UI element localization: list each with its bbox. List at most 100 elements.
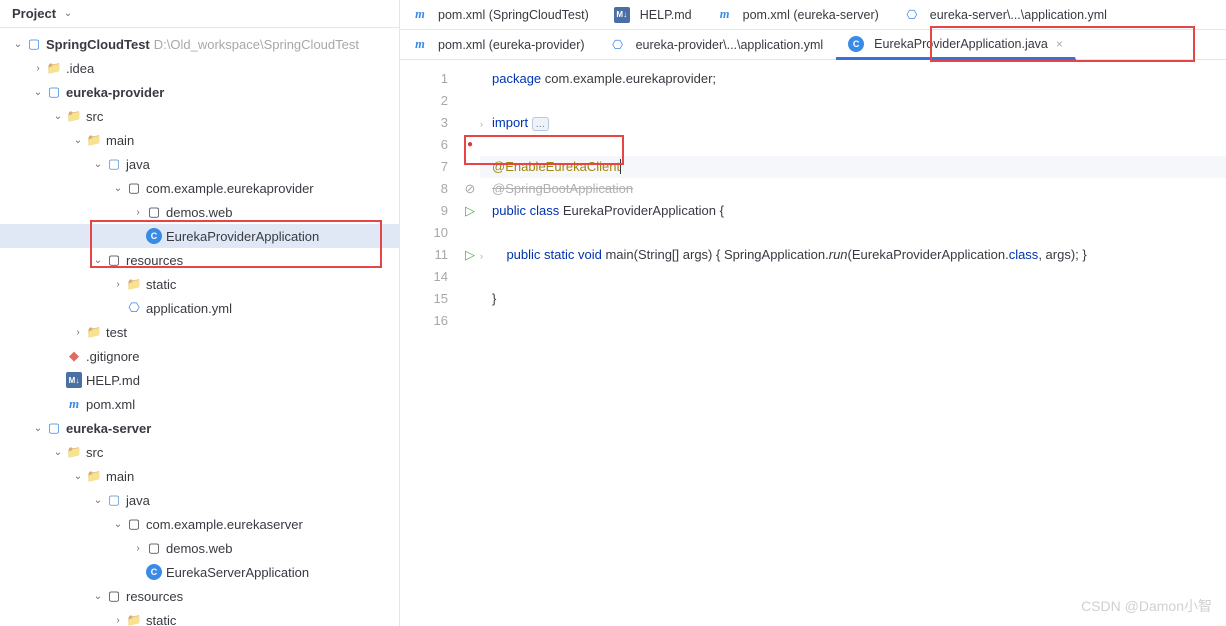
tree-item-pom[interactable]: mpom.xml [0,392,399,416]
chevron-right-icon[interactable]: › [130,207,146,218]
chevron-down-icon[interactable]: ⌄ [90,255,106,266]
fold-icon[interactable]: › [480,245,492,267]
package-icon: ▢ [126,516,142,532]
folder-icon [86,468,102,484]
tab-row-1: mpom.xml (SpringCloudTest) M↓HELP.md mpo… [400,0,1226,30]
class-icon: C [848,36,864,52]
chevron-down-icon[interactable]: ⌄ [90,159,106,170]
panel-header[interactable]: Project ⌄ [0,0,399,28]
resources-folder-icon: ▢ [106,588,122,604]
chevron-down-icon[interactable]: ⌄ [110,183,126,194]
tab-server-app-yml[interactable]: ⎔eureka-server\...\application.yml [892,0,1120,29]
tab-pom-eureka-provider[interactable]: mpom.xml (eureka-provider) [400,30,598,59]
tab-pom-springcloudtest[interactable]: mpom.xml (SpringCloudTest) [400,0,602,29]
tree-item-resources[interactable]: ⌄▢resources [0,584,399,608]
annotation-springboot-deprecated: @SpringBootApplication [492,181,633,196]
module-icon: ▢ [46,84,62,100]
package-icon: ▢ [146,540,162,556]
tree-item-provider[interactable]: ⌄▢eureka-provider [0,80,399,104]
panel-title: Project [12,6,56,21]
class-icon: C [146,228,162,244]
module-icon: ▢ [26,36,42,52]
folder-icon [66,444,82,460]
chevron-down-icon[interactable]: ⌄ [50,447,66,458]
package-icon: ▢ [146,204,162,220]
project-root[interactable]: ⌄ ▢ SpringCloudTest D:\Old_workspace\Spr… [0,32,399,56]
tree-item-main[interactable]: ⌄main [0,128,399,152]
tree-item-test[interactable]: ›test [0,320,399,344]
tree-item-src[interactable]: ⌄src [0,104,399,128]
code-editor[interactable]: 12367891011141516 ●⊘▷▷ package com.examp… [400,60,1226,626]
folder-icon [86,132,102,148]
yml-icon: ⎔ [126,300,142,316]
chevron-down-icon[interactable]: ⌄ [30,87,46,98]
chevron-right-icon[interactable]: › [130,543,146,554]
tree-item-provider-app[interactable]: CEurekaProviderApplication [0,224,399,248]
tab-row-2: mpom.xml (eureka-provider) ⎔eureka-provi… [400,30,1226,60]
chevron-right-icon[interactable]: › [110,279,126,290]
chevron-down-icon[interactable]: ⌄ [110,519,126,530]
fold-icon[interactable]: › [480,113,492,135]
markdown-icon: M↓ [614,7,630,23]
source-folder-icon: ▢ [106,156,122,172]
chevron-down-icon[interactable]: ⌄ [10,39,26,50]
tree-item-idea[interactable]: ›.idea [0,56,399,80]
chevron-down-icon[interactable]: ⌄ [70,135,86,146]
git-icon: ◆ [66,348,82,364]
line-number-gutter: 12367891011141516 [400,60,460,626]
folder-icon [46,60,62,76]
tree-item-demos-web[interactable]: ›▢demos.web [0,536,399,560]
tree-item-main[interactable]: ⌄main [0,464,399,488]
package-icon: ▢ [126,180,142,196]
tree-item-package[interactable]: ⌄▢com.example.eurekaprovider [0,176,399,200]
source-folder-icon: ▢ [106,492,122,508]
folded-region[interactable]: ... [532,117,549,131]
gutter-icons: ●⊘▷▷ [460,60,480,626]
chevron-right-icon[interactable]: › [110,615,126,626]
close-icon[interactable]: × [1056,37,1063,51]
tab-provider-app-yml[interactable]: ⎔eureka-provider\...\application.yml [598,30,837,59]
tree-item-app-yml[interactable]: ⎔application.yml [0,296,399,320]
tree-item-package[interactable]: ⌄▢com.example.eurekaserver [0,512,399,536]
tree-item-help[interactable]: M↓HELP.md [0,368,399,392]
yml-icon: ⎔ [904,7,920,23]
tree-item-server-app[interactable]: CEurekaServerApplication [0,560,399,584]
tree-item-java[interactable]: ⌄▢java [0,152,399,176]
tab-pom-eureka-server[interactable]: mpom.xml (eureka-server) [705,0,892,29]
markdown-icon: M↓ [66,372,82,388]
tab-provider-app-java[interactable]: CEurekaProviderApplication.java× [836,30,1076,60]
tree-item-server[interactable]: ⌄▢eureka-server [0,416,399,440]
error-icon[interactable]: ● [467,134,473,156]
tree-item-static[interactable]: ›static [0,272,399,296]
run-icon[interactable]: ▷ [465,244,475,266]
project-tool-window: Project ⌄ ⌄ ▢ SpringCloudTest D:\Old_wor… [0,0,400,626]
tree-path: D:\Old_workspace\SpringCloudTest [154,37,359,52]
module-icon: ▢ [46,420,62,436]
chevron-down-icon[interactable]: ⌄ [50,111,66,122]
chevron-right-icon[interactable]: › [70,327,86,338]
chevron-right-icon[interactable]: › [30,63,46,74]
folder-icon [126,612,142,626]
tree-item-java[interactable]: ⌄▢java [0,488,399,512]
project-tree[interactable]: ⌄ ▢ SpringCloudTest D:\Old_workspace\Spr… [0,28,399,626]
tree-item-static[interactable]: ›static [0,608,399,626]
tree-item-demos-web[interactable]: ›▢demos.web [0,200,399,224]
tree-item-src[interactable]: ⌄src [0,440,399,464]
tree-item-gitignore[interactable]: ◆.gitignore [0,344,399,368]
annotation-enable-eureka-client: @EnableEurekaClient [492,159,621,174]
class-icon: C [146,564,162,580]
tree-item-resources[interactable]: ⌄▢resources [0,248,399,272]
maven-icon: m [66,396,82,412]
chevron-down-icon[interactable]: ⌄ [90,495,106,506]
chevron-down-icon[interactable]: ⌄ [30,423,46,434]
run-icon[interactable]: ▷ [465,200,475,222]
no-entry-icon[interactable]: ⊘ [465,178,476,200]
maven-icon: m [412,37,428,53]
folder-icon [126,276,142,292]
chevron-down-icon[interactable]: ⌄ [70,471,86,482]
chevron-down-icon[interactable]: ⌄ [60,8,76,19]
tab-help-md[interactable]: M↓HELP.md [602,0,705,29]
chevron-down-icon[interactable]: ⌄ [90,591,106,602]
code-content[interactable]: package com.example.eurekaprovider; ›imp… [480,60,1226,626]
resources-folder-icon: ▢ [106,252,122,268]
